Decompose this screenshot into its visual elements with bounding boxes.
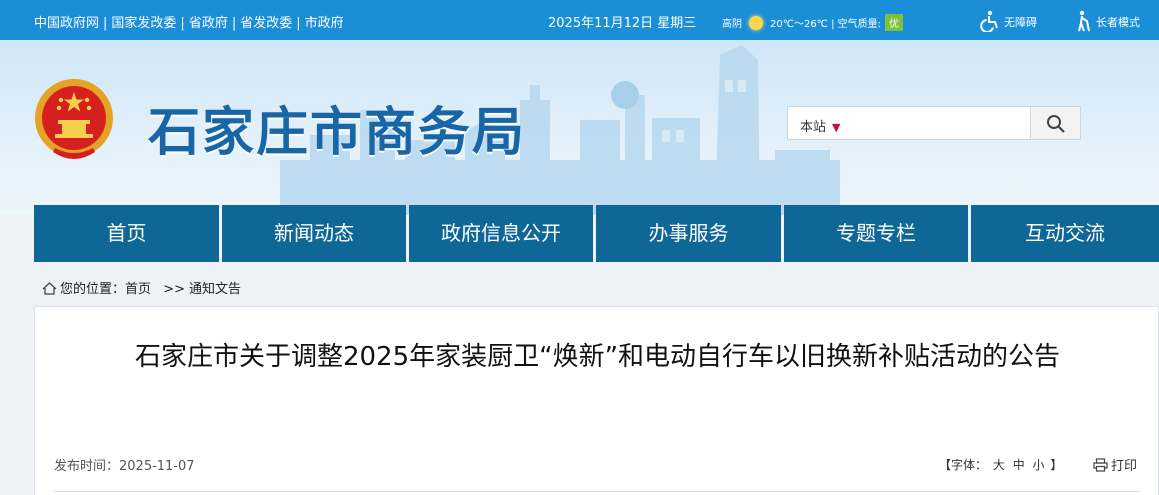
national-emblem: [35, 79, 113, 159]
header-banner: 石家庄市商务局 本站 ▼: [0, 40, 1159, 215]
link-separator: |: [180, 16, 185, 31]
link-separator: |: [103, 16, 108, 31]
caret-down-icon: ▼: [832, 121, 841, 134]
font-size-controls: 【字体： 大 中 小 】: [939, 456, 1062, 473]
font-size-close: 】: [1050, 458, 1063, 472]
font-size-small[interactable]: 小: [1033, 458, 1045, 472]
top-bar: 中国政府网 | 国家发改委 | 省政府 | 省发改委 | 市政府 2025年11月12日 星期三…: [0, 0, 1159, 40]
elderly-mode-button[interactable]: 长者模式: [1076, 10, 1140, 32]
weather-divider: |: [831, 19, 835, 30]
divider: [54, 491, 1140, 492]
search-scope-label: 本站: [800, 120, 827, 135]
link-ndrc[interactable]: 国家发改委: [111, 16, 176, 31]
home-icon: [42, 282, 57, 295]
nav-item-gov-info[interactable]: 政府信息公开: [409, 205, 593, 262]
link-province-drc[interactable]: 省发改委: [240, 16, 292, 31]
print-label: 打印: [1111, 459, 1138, 474]
breadcrumb-home-link[interactable]: 首页: [125, 282, 151, 297]
article-title: 石家庄市关于调整2025年家装厨卫“焕新”和电动自行车以旧换新补贴活动的公告: [134, 342, 1061, 372]
elderly-person-icon: [1078, 10, 1090, 32]
font-size-medium[interactable]: 中: [1013, 458, 1025, 472]
link-gov-cn[interactable]: 中国政府网: [34, 16, 99, 31]
publish-date-label: 发布时间：: [54, 459, 120, 474]
nav-item-news[interactable]: 新闻动态: [222, 205, 406, 262]
print-button[interactable]: 打印: [1093, 455, 1137, 474]
main-nav: 首页 新闻动态 政府信息公开 办事服务 专题专栏 互动交流: [34, 205, 1159, 262]
nav-item-topics[interactable]: 专题专栏: [784, 205, 968, 262]
air-quality-badge: 优: [885, 14, 904, 31]
breadcrumb-separator: >>: [163, 282, 185, 297]
link-separator: |: [231, 16, 237, 31]
article-panel: 石家庄市关于调整2025年家装厨卫“焕新”和电动自行车以旧换新补贴活动的公告 发…: [34, 306, 1159, 495]
breadcrumb-current-link[interactable]: 通知文告: [189, 282, 241, 297]
nav-item-home[interactable]: 首页: [34, 205, 219, 262]
nav-item-interaction[interactable]: 互动交流: [971, 205, 1159, 262]
font-size-large[interactable]: 大: [993, 458, 1005, 472]
link-province-gov[interactable]: 省政府: [189, 16, 228, 31]
air-quality-label: 空气质量:: [837, 19, 882, 30]
weather-temperature: 20℃～26℃: [770, 19, 828, 30]
wheelchair-icon: [980, 10, 998, 33]
publish-date: 发布时间：2025-11-07: [54, 455, 195, 474]
accessibility-button[interactable]: 无障碍: [980, 10, 1037, 33]
printer-icon: [1093, 458, 1108, 472]
elderly-mode-label: 长者模式: [1096, 16, 1140, 29]
top-links: 中国政府网 | 国家发改委 | 省政府 | 省发改委 | 市政府: [34, 12, 344, 31]
weather-widget: 高阴 20℃～26℃ | 空气质量: 优: [722, 14, 904, 31]
link-city-gov[interactable]: 市政府: [305, 16, 344, 31]
site-title: 石家庄市商务局: [148, 102, 527, 163]
font-size-open: 【字体：: [939, 458, 988, 472]
search-box: 本站 ▼: [787, 106, 1081, 140]
weather-condition: 高阴: [722, 19, 742, 30]
current-date: 2025年11月12日 星期三: [548, 16, 697, 31]
search-scope-dropdown[interactable]: 本站 ▼: [800, 116, 840, 135]
link-separator: |: [296, 16, 301, 31]
nav-item-services[interactable]: 办事服务: [596, 205, 781, 262]
search-button[interactable]: [1030, 107, 1080, 139]
accessibility-label: 无障碍: [1004, 16, 1037, 29]
breadcrumb: 您的位置：首页 >> 通知文告: [42, 278, 241, 297]
breadcrumb-prefix: 您的位置：: [60, 282, 126, 297]
search-input[interactable]: [850, 111, 1025, 135]
publish-date-value: 2025-11-07: [119, 459, 195, 474]
sun-icon: [746, 16, 766, 30]
search-icon: [1047, 115, 1065, 133]
